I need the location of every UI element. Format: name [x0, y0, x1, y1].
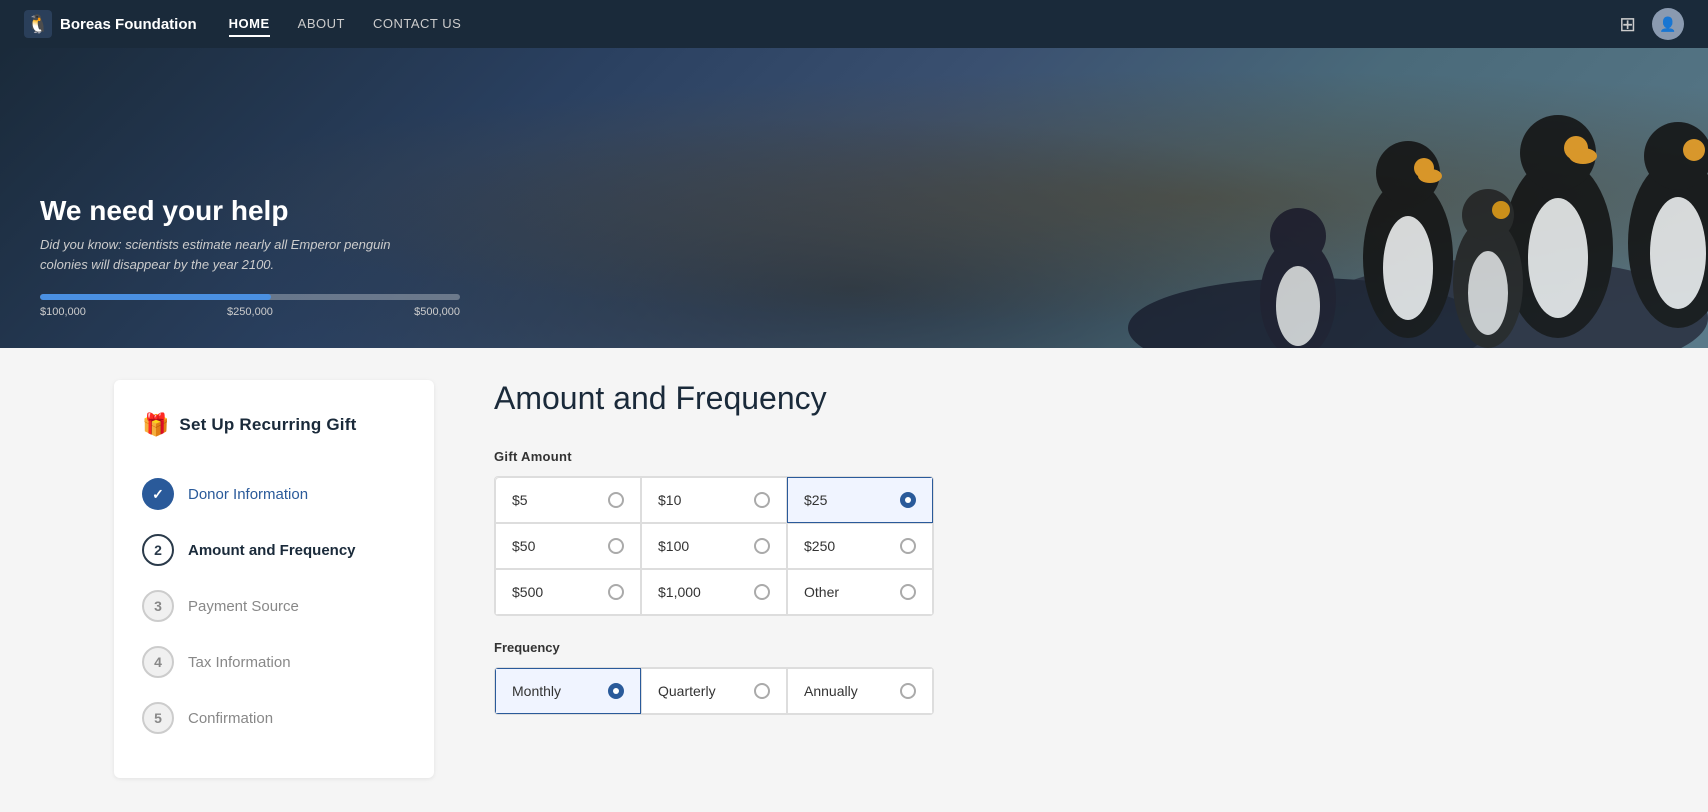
amount-1000-radio [754, 584, 770, 600]
amount-other-radio [900, 584, 916, 600]
hero-content: We need your help Did you know: scientis… [40, 195, 1668, 318]
nav-about[interactable]: ABOUT [298, 12, 345, 37]
nav-links: HOME ABOUT CONTACT US [229, 12, 1620, 37]
step-4-number: 4 [154, 654, 162, 670]
amount-grid: $5 $10 $25 $50 $100 $250 [494, 476, 934, 616]
step-amount-frequency[interactable]: 2 Amount and Frequency [142, 522, 406, 578]
navbar: 🐧 Boreas Foundation HOME ABOUT CONTACT U… [0, 0, 1708, 48]
step-4-circle: 4 [142, 646, 174, 678]
hero-section: We need your help Did you know: scientis… [0, 48, 1708, 348]
amount-25-value: $25 [804, 492, 827, 508]
amount-1000[interactable]: $1,000 [641, 569, 787, 615]
stepper-header: 🎁 Set Up Recurring Gift [142, 412, 406, 438]
frequency-grid: Monthly Quarterly Annually [494, 667, 934, 715]
amount-other-value: Other [804, 584, 839, 600]
amount-10-value: $10 [658, 492, 681, 508]
amount-500-value: $500 [512, 584, 543, 600]
stepper-title: Set Up Recurring Gift [179, 415, 356, 435]
step-5-number: 5 [154, 710, 162, 726]
amount-100-value: $100 [658, 538, 689, 554]
amount-250[interactable]: $250 [787, 523, 933, 569]
amount-25-radio [900, 492, 916, 508]
frequency-quarterly-value: Quarterly [658, 683, 716, 699]
amount-25[interactable]: $25 [787, 477, 933, 523]
amount-1000-value: $1,000 [658, 584, 701, 600]
step-confirmation[interactable]: 5 Confirmation [142, 690, 406, 746]
step-2-number: 2 [154, 542, 162, 558]
frequency-monthly[interactable]: Monthly [495, 668, 641, 714]
step-donor-information[interactable]: ✓ Donor Information [142, 466, 406, 522]
gift-icon: 🎁 [142, 412, 169, 438]
amount-10[interactable]: $10 [641, 477, 787, 523]
step-1-label: Donor Information [188, 486, 308, 503]
logo-text: Boreas Foundation [60, 16, 197, 33]
stepper-panel: 🎁 Set Up Recurring Gift ✓ Donor Informat… [114, 380, 434, 778]
amount-100[interactable]: $100 [641, 523, 787, 569]
progress-label-max: $500,000 [320, 306, 460, 318]
main-content: 🎁 Set Up Recurring Gift ✓ Donor Informat… [54, 348, 1654, 810]
logo-icon: 🐧 [24, 10, 52, 38]
step-list: ✓ Donor Information 2 Amount and Frequen… [142, 466, 406, 746]
progress-label-min: $100,000 [40, 306, 180, 318]
frequency-annually-value: Annually [804, 683, 858, 699]
form-area: Amount and Frequency Gift Amount $5 $10 … [434, 380, 1594, 715]
amount-5-radio [608, 492, 624, 508]
nav-right: ⊞ 👤 [1619, 8, 1684, 40]
frequency-quarterly-radio [754, 683, 770, 699]
amount-5-value: $5 [512, 492, 528, 508]
amount-50-radio [608, 538, 624, 554]
step-4-label: Tax Information [188, 654, 291, 671]
amount-other[interactable]: Other [787, 569, 933, 615]
amount-50-value: $50 [512, 538, 535, 554]
frequency-monthly-radio [608, 683, 624, 699]
step-1-circle: ✓ [142, 478, 174, 510]
amount-100-radio [754, 538, 770, 554]
progress-labels: $100,000 $250,000 $500,000 [40, 306, 460, 318]
gift-amount-label: Gift Amount [494, 449, 1594, 464]
step-3-label: Payment Source [188, 598, 299, 615]
step-3-circle: 3 [142, 590, 174, 622]
step-3-number: 3 [154, 598, 162, 614]
amount-500-radio [608, 584, 624, 600]
progress-section: $100,000 $250,000 $500,000 [40, 294, 1668, 318]
frequency-label: Frequency [494, 640, 1594, 655]
progress-bar-fill [40, 294, 271, 300]
step-payment-source[interactable]: 3 Payment Source [142, 578, 406, 634]
step-5-circle: 5 [142, 702, 174, 734]
step-2-label: Amount and Frequency [188, 542, 356, 559]
logo[interactable]: 🐧 Boreas Foundation [24, 10, 197, 38]
form-title: Amount and Frequency [494, 380, 1594, 417]
step-5-label: Confirmation [188, 710, 273, 727]
nav-contact[interactable]: CONTACT US [373, 12, 461, 37]
amount-500[interactable]: $500 [495, 569, 641, 615]
step-1-check: ✓ [152, 486, 164, 503]
amount-250-value: $250 [804, 538, 835, 554]
progress-label-mid: $250,000 [180, 306, 320, 318]
amount-5[interactable]: $5 [495, 477, 641, 523]
frequency-monthly-value: Monthly [512, 683, 561, 699]
amount-50[interactable]: $50 [495, 523, 641, 569]
frequency-annually-radio [900, 683, 916, 699]
amount-250-radio [900, 538, 916, 554]
frequency-annually[interactable]: Annually [787, 668, 933, 714]
step-tax-information[interactable]: 4 Tax Information [142, 634, 406, 690]
progress-bar-track [40, 294, 460, 300]
frequency-quarterly[interactable]: Quarterly [641, 668, 787, 714]
user-avatar[interactable]: 👤 [1652, 8, 1684, 40]
nav-home[interactable]: HOME [229, 12, 270, 37]
grid-icon[interactable]: ⊞ [1619, 12, 1636, 37]
step-2-circle: 2 [142, 534, 174, 566]
hero-title: We need your help [40, 195, 1668, 227]
hero-subtitle: Did you know: scientists estimate nearly… [40, 235, 440, 274]
amount-10-radio [754, 492, 770, 508]
